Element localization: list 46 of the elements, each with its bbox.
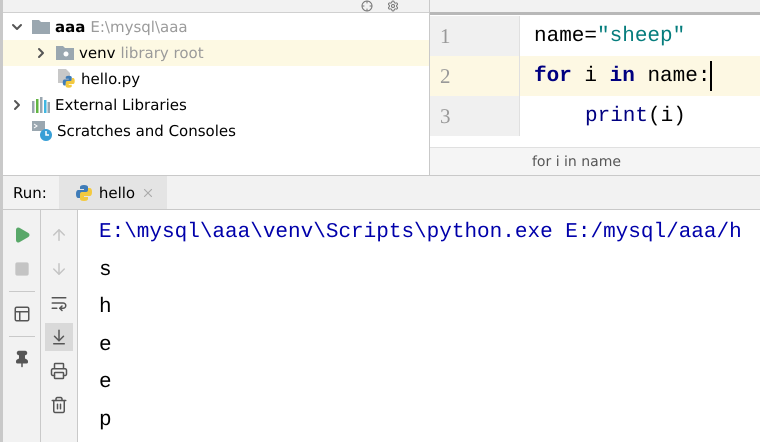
bar-chart-icon (32, 97, 50, 113)
soft-wrap-icon[interactable] (50, 294, 68, 312)
console-line: e (99, 332, 113, 359)
code-token: in (610, 64, 635, 88)
scroll-to-end-button[interactable] (45, 323, 73, 351)
tree-item-label: hello.py (81, 70, 140, 88)
code-token: for (534, 64, 572, 88)
tree-item-label: venv (79, 44, 116, 62)
tree-item-label: External Libraries (55, 96, 187, 114)
scroll-to-end-icon (50, 328, 68, 346)
run-label: Run: (12, 184, 48, 202)
code-token: print (585, 104, 648, 128)
tree-item-path: library root (120, 44, 204, 62)
line-number: 3 (430, 96, 520, 136)
tree-item[interactable]: External Libraries (3, 92, 429, 118)
tree-item-path: E:\mysql\aaa (90, 18, 188, 36)
settings-icon[interactable] (387, 0, 399, 12)
folder-icon (32, 20, 50, 34)
trash-icon[interactable] (50, 396, 68, 414)
run-tab[interactable]: hello (58, 176, 168, 209)
text-caret (710, 61, 712, 91)
code-token: "sheep" (597, 24, 686, 48)
crosshair-icon[interactable] (361, 0, 373, 12)
tree-item[interactable]: Scratches and Consoles (3, 118, 429, 144)
code-token: i (583, 64, 598, 88)
code-token: name: (646, 64, 710, 88)
python-icon (74, 184, 93, 202)
console-line: h (99, 295, 113, 322)
tree-item[interactable]: aaa E:\mysql\aaa (3, 14, 429, 40)
tree-item-label: aaa (55, 18, 86, 36)
folder-icon (56, 46, 74, 60)
line-number: 1 (430, 16, 520, 56)
tree-item[interactable]: venv library root (3, 40, 429, 66)
console-line: p (99, 408, 113, 434)
console-clock-icon (32, 121, 52, 141)
console-line: s (99, 258, 113, 284)
print-icon[interactable] (50, 362, 68, 380)
console-line: e (99, 370, 113, 396)
tree-item-label: Scratches and Consoles (57, 122, 236, 140)
python-file-icon (56, 69, 76, 89)
layout-icon[interactable] (12, 305, 30, 323)
code-token: name= (534, 24, 598, 48)
code-token: (i) (648, 104, 686, 128)
breadcrumb[interactable]: for i in name (532, 154, 621, 170)
console-line: E:\mysql\aaa\venv\Scripts\python.exe E:/mysql/aaa/h (99, 220, 743, 246)
tree-item[interactable]: hello.py (3, 66, 429, 92)
